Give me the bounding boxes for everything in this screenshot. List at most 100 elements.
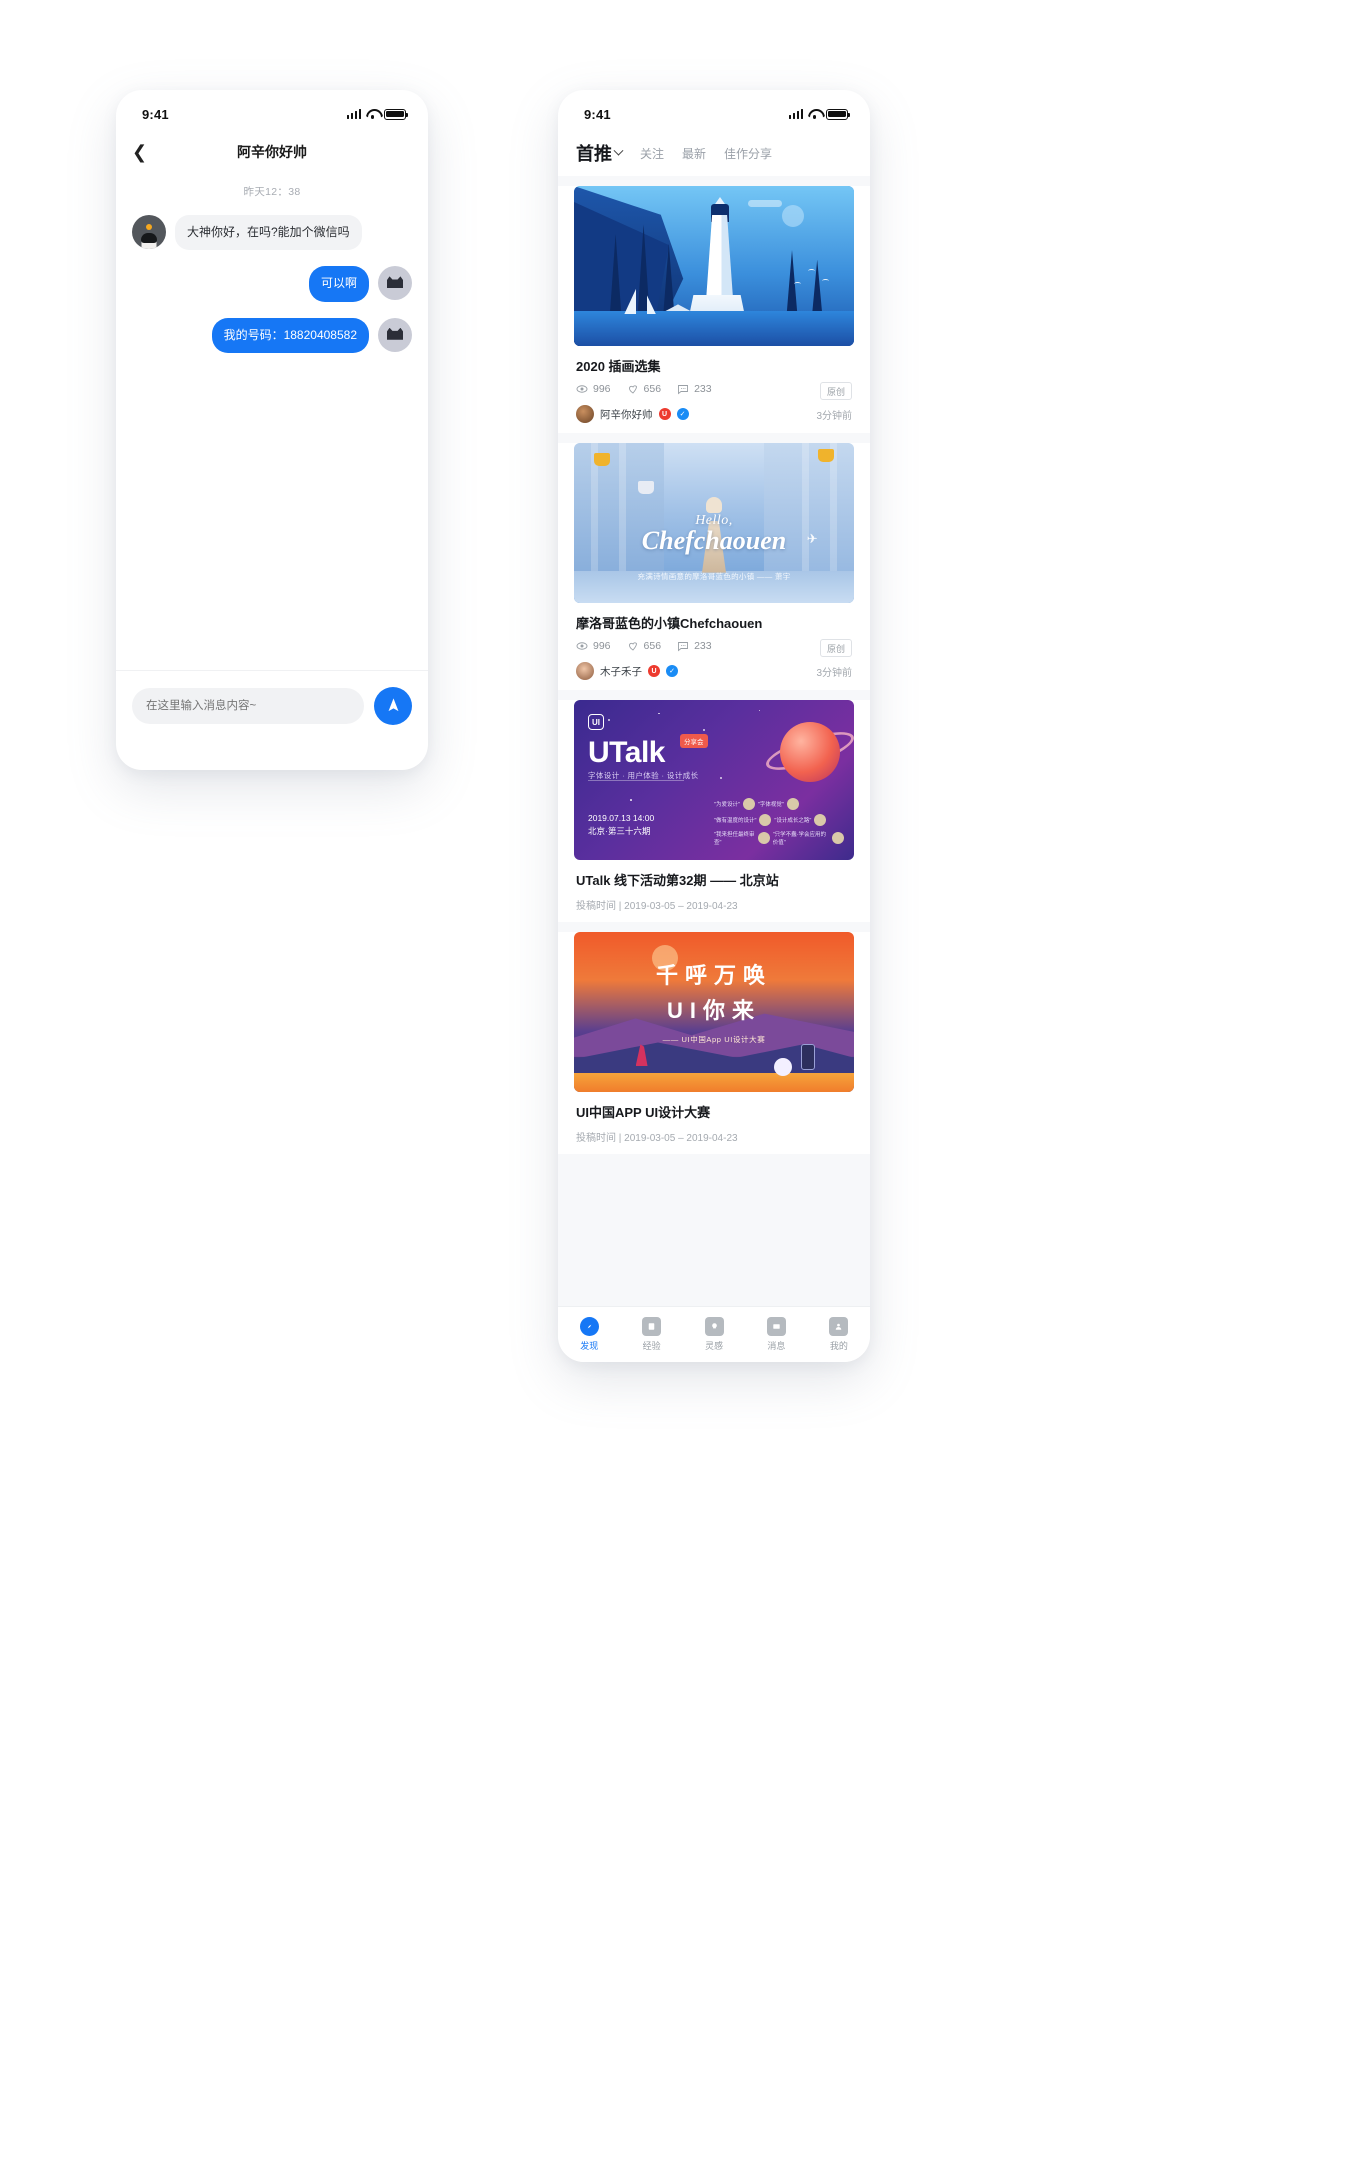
tab-inspiration[interactable]: 灵感 xyxy=(683,1317,745,1352)
views-count: 996 xyxy=(593,383,611,395)
feed-scroll-area[interactable]: 2020 插画选集 996 656 233 原创 阿辛你好帅 U ✓ 3分钟前 … xyxy=(558,176,870,1306)
tab-label: 消息 xyxy=(767,1341,786,1351)
tab-shoutui[interactable]: 首推 xyxy=(576,140,624,166)
heart-icon xyxy=(628,385,637,394)
tab-messages[interactable]: 消息 xyxy=(745,1317,807,1352)
tab-zuixin[interactable]: 最新 xyxy=(682,145,706,162)
avatar[interactable] xyxy=(378,317,412,352)
card-stats: 996 656 233 原创 xyxy=(576,382,852,400)
card-title[interactable]: 摩洛哥蓝色的小镇Chefchaouen xyxy=(576,613,852,632)
send-button[interactable] xyxy=(374,686,412,725)
message-icon xyxy=(766,1317,786,1336)
tab-guanzhu[interactable]: 关注 xyxy=(640,145,664,162)
brand-title: UTalk xyxy=(588,736,665,769)
lighthouse-illustration[interactable] xyxy=(574,186,854,346)
ui-contest-poster[interactable]: 千呼万唤 UI你来 —— UI中国App UI设计大赛 xyxy=(574,932,854,1092)
likes-count: 656 xyxy=(643,383,662,395)
wifi-icon xyxy=(366,109,379,120)
chat-message-incoming: 大神你好，在吗?能加个微信吗 xyxy=(116,215,428,251)
tab-label: 我的 xyxy=(829,1341,848,1351)
chat-title: 阿辛你好帅 xyxy=(237,144,307,160)
feed-card[interactable]: 2020 插画选集 996 656 233 原创 阿辛你好帅 U ✓ 3分钟前 xyxy=(558,186,870,433)
avatar[interactable] xyxy=(576,662,594,680)
utalk-poster[interactable]: UI UTalk 分享会 字体设计 · 用户体验 · 设计成长 2019.07.… xyxy=(574,700,854,860)
quote-item: "我来担任最终审查" "只学不蠢·学会应用的价值" xyxy=(714,830,844,846)
comments-stat[interactable]: 233 xyxy=(677,640,712,652)
card-title[interactable]: UTalk 线下活动第32期 —— 北京站 xyxy=(576,870,852,889)
feed-card[interactable]: UI UTalk 分享会 字体设计 · 用户体验 · 设计成长 2019.07.… xyxy=(558,700,870,922)
wifi-icon xyxy=(808,109,821,120)
time-ago: 3分钟前 xyxy=(816,667,852,679)
book-icon xyxy=(642,1317,662,1336)
views-stat: 996 xyxy=(576,640,611,652)
card-author-row: 木子禾子 U ✓ 3分钟前 xyxy=(576,662,852,680)
likes-stat[interactable]: 656 xyxy=(627,383,662,395)
tab-label: 灵感 xyxy=(705,1341,724,1351)
chat-navbar: ❮ 阿辛你好帅 xyxy=(116,130,428,174)
chat-phone-mockup: 9:41 ❮ 阿辛你好帅 昨天12：38 大神你好，在吗?能加个微信吗 可以啊 xyxy=(116,90,428,770)
tab-jiazuofenxiang[interactable]: 佳作分享 xyxy=(724,145,772,162)
avatar[interactable] xyxy=(378,266,412,301)
poster-line-1: 千呼万唤 xyxy=(655,962,772,988)
cellular-signal-icon xyxy=(788,109,803,119)
likes-stat[interactable]: 656 xyxy=(627,640,662,652)
message-bubble[interactable]: 我的号码：18820408582 xyxy=(211,317,369,354)
likes-count: 656 xyxy=(643,640,662,652)
user-icon xyxy=(829,1317,849,1336)
screenshot-canvas: 9:41 ❮ 阿辛你好帅 昨天12：38 大神你好，在吗?能加个微信吗 可以啊 xyxy=(0,0,1366,2168)
comment-icon xyxy=(678,642,689,652)
quote-item: "做有温度的设计" "设计成长之路" xyxy=(714,814,844,826)
feed-card[interactable]: 千呼万唤 UI你来 —— UI中国App UI设计大赛 UI中国APP UI设计… xyxy=(558,932,870,1154)
tab-label: 发现 xyxy=(580,1341,599,1351)
badge-u-icon: U xyxy=(658,408,671,420)
avatar[interactable] xyxy=(132,215,166,249)
original-tag: 原创 xyxy=(819,639,852,657)
card-stats: 996 656 233 原创 xyxy=(576,639,852,657)
status-time: 9:41 xyxy=(584,106,611,122)
bottom-tab-bar: 发现 经验 灵感 消息 我的 xyxy=(558,1306,870,1362)
feed-phone-mockup: 9:41 首推 关注 最新 佳作分享 2020 插画选集 996 656 233… xyxy=(558,90,870,1362)
chat-input-bar xyxy=(116,670,428,740)
comments-stat[interactable]: 233 xyxy=(677,383,712,395)
chat-message-list: 昨天12：38 大神你好，在吗?能加个微信吗 可以啊 我的号码：18820408… xyxy=(116,174,428,740)
chevron-left-icon[interactable]: ❮ xyxy=(132,143,147,161)
author-name[interactable]: 木子禾子 xyxy=(600,664,642,679)
poster-date: 2019.07.13 14:00 北京·第三十六期 xyxy=(588,812,654,838)
chat-timestamp: 昨天12：38 xyxy=(243,186,301,198)
status-indicators xyxy=(346,108,408,120)
airplane-icon: ✈ xyxy=(806,531,818,546)
eye-icon xyxy=(576,385,588,393)
chat-message-outgoing: 可以啊 xyxy=(116,266,428,302)
planet-icon xyxy=(780,722,840,782)
status-time: 9:41 xyxy=(142,106,169,122)
heart-icon xyxy=(628,642,637,651)
message-input[interactable] xyxy=(132,687,364,724)
share-tag: 分享会 xyxy=(680,734,708,748)
chefchaouen-illustration[interactable]: Hello, Chefchaouen 充满诗情画意的摩洛哥蓝色的小镇 —— 萧宇… xyxy=(574,443,854,603)
tab-label: 经验 xyxy=(642,1341,661,1351)
badge-u-icon: U xyxy=(648,665,660,677)
tab-discover[interactable]: 发现 xyxy=(558,1317,620,1352)
tab-profile[interactable]: 我的 xyxy=(808,1317,870,1352)
submission-period: 投稿时间 | 2019-03-05 – 2019-04-23 xyxy=(576,901,738,912)
event-date: 2019.07.13 14:00 xyxy=(588,813,655,823)
card-title[interactable]: UI中国APP UI设计大赛 xyxy=(576,1102,852,1121)
status-bar-chat: 9:41 xyxy=(116,90,428,130)
card-text: 摩洛哥蓝色的小镇Chefchaouen 996 656 233 原创 木子禾子 … xyxy=(558,603,870,680)
card-text: 2020 插画选集 996 656 233 原创 阿辛你好帅 U ✓ 3分钟前 xyxy=(558,346,870,423)
chevron-down-icon[interactable] xyxy=(613,145,624,156)
lightbulb-icon xyxy=(704,1317,724,1336)
poster-caption: —— UI中国App UI设计大赛 xyxy=(662,1035,766,1045)
send-paper-plane-icon xyxy=(388,698,398,712)
message-bubble[interactable]: 可以啊 xyxy=(308,266,369,302)
comments-count: 233 xyxy=(694,383,712,395)
message-bubble[interactable]: 大神你好，在吗?能加个微信吗 xyxy=(175,215,362,251)
illustration-caption: 充满诗情画意的摩洛哥蓝色的小镇 —— 萧宇 xyxy=(637,572,791,581)
speaker-quotes: "为爱设计" "字体视觉" "做有温度的设计" "设计成长之路" "我来担任最终… xyxy=(714,798,844,850)
tab-experience[interactable]: 经验 xyxy=(620,1317,682,1352)
feed-card[interactable]: Hello, Chefchaouen 充满诗情画意的摩洛哥蓝色的小镇 —— 萧宇… xyxy=(558,443,870,690)
original-tag: 原创 xyxy=(819,382,852,400)
author-name[interactable]: 阿辛你好帅 xyxy=(600,407,653,422)
card-title[interactable]: 2020 插画选集 xyxy=(576,356,852,375)
avatar[interactable] xyxy=(576,405,594,423)
